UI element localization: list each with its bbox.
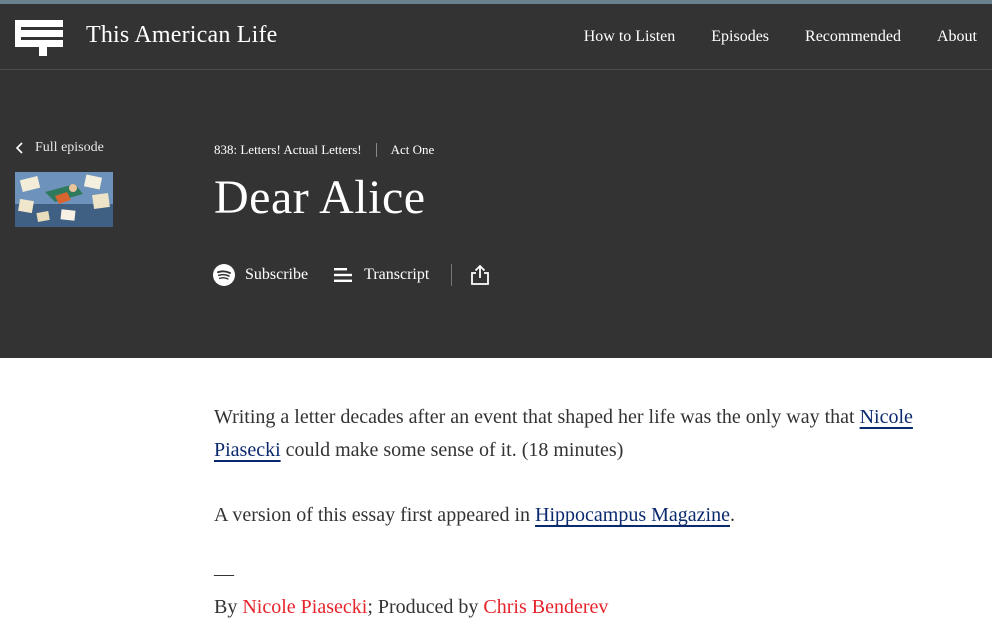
- tal-logo-icon[interactable]: [15, 20, 63, 56]
- nav-recommended[interactable]: Recommended: [805, 28, 901, 46]
- credits-by: By: [214, 596, 243, 618]
- author-link[interactable]: Nicole Piasecki: [242, 596, 367, 618]
- credits: By Nicole Piasecki; Produced by Chris Be…: [214, 592, 944, 622]
- full-episode-link[interactable]: Full episode: [15, 140, 104, 156]
- subscribe-label: Subscribe: [245, 266, 309, 283]
- credits-produced-by: ; Produced by: [367, 596, 484, 618]
- share-button[interactable]: [470, 264, 490, 286]
- episode-thumbnail[interactable]: [15, 172, 113, 227]
- action-bar: Subscribe Transcript: [213, 264, 490, 286]
- breadcrumb-act: Act One: [390, 142, 435, 157]
- producer-link[interactable]: Chris Benderev: [483, 596, 608, 618]
- summary-text: Writing a letter decades after an event …: [214, 406, 860, 428]
- nav-episodes[interactable]: Episodes: [711, 28, 769, 46]
- episode-header: This American Life How to Listen Episode…: [0, 4, 992, 358]
- main-nav: How to Listen Episodes Recommended About: [584, 28, 977, 46]
- nav-about[interactable]: About: [937, 28, 977, 46]
- site-title[interactable]: This American Life: [86, 22, 278, 49]
- share-icon: [471, 264, 490, 285]
- breadcrumb: 838: Letters! Actual Letters! Act One: [214, 142, 434, 158]
- separator-dash: —: [214, 563, 234, 585]
- subscribe-button[interactable]: Subscribe: [213, 264, 308, 286]
- transcript-button[interactable]: Transcript: [334, 266, 429, 284]
- chevron-left-icon: [15, 142, 23, 154]
- site-nav: This American Life How to Listen Episode…: [0, 4, 992, 70]
- nav-how-to-listen[interactable]: How to Listen: [584, 28, 676, 46]
- spotify-icon: [213, 264, 235, 286]
- magazine-link[interactable]: Hippocampus Magazine: [535, 504, 730, 526]
- page-title: Dear Alice: [214, 171, 426, 224]
- act-description: Writing a letter decades after an event …: [214, 401, 944, 622]
- transcript-lines-icon: [334, 268, 353, 282]
- summary-text-end: could make some sense of it. (18 minutes…: [280, 439, 624, 461]
- source-period: .: [730, 504, 735, 526]
- transcript-label: Transcript: [364, 266, 430, 283]
- action-divider: [451, 264, 453, 286]
- full-episode-label: Full episode: [35, 140, 104, 155]
- breadcrumb-episode[interactable]: 838: Letters! Actual Letters!: [214, 142, 362, 158]
- source-paragraph: A version of this essay first appeared i…: [214, 499, 944, 532]
- summary-paragraph: Writing a letter decades after an event …: [214, 401, 944, 467]
- source-text: A version of this essay first appeared i…: [214, 504, 536, 526]
- breadcrumb-divider: [375, 143, 377, 157]
